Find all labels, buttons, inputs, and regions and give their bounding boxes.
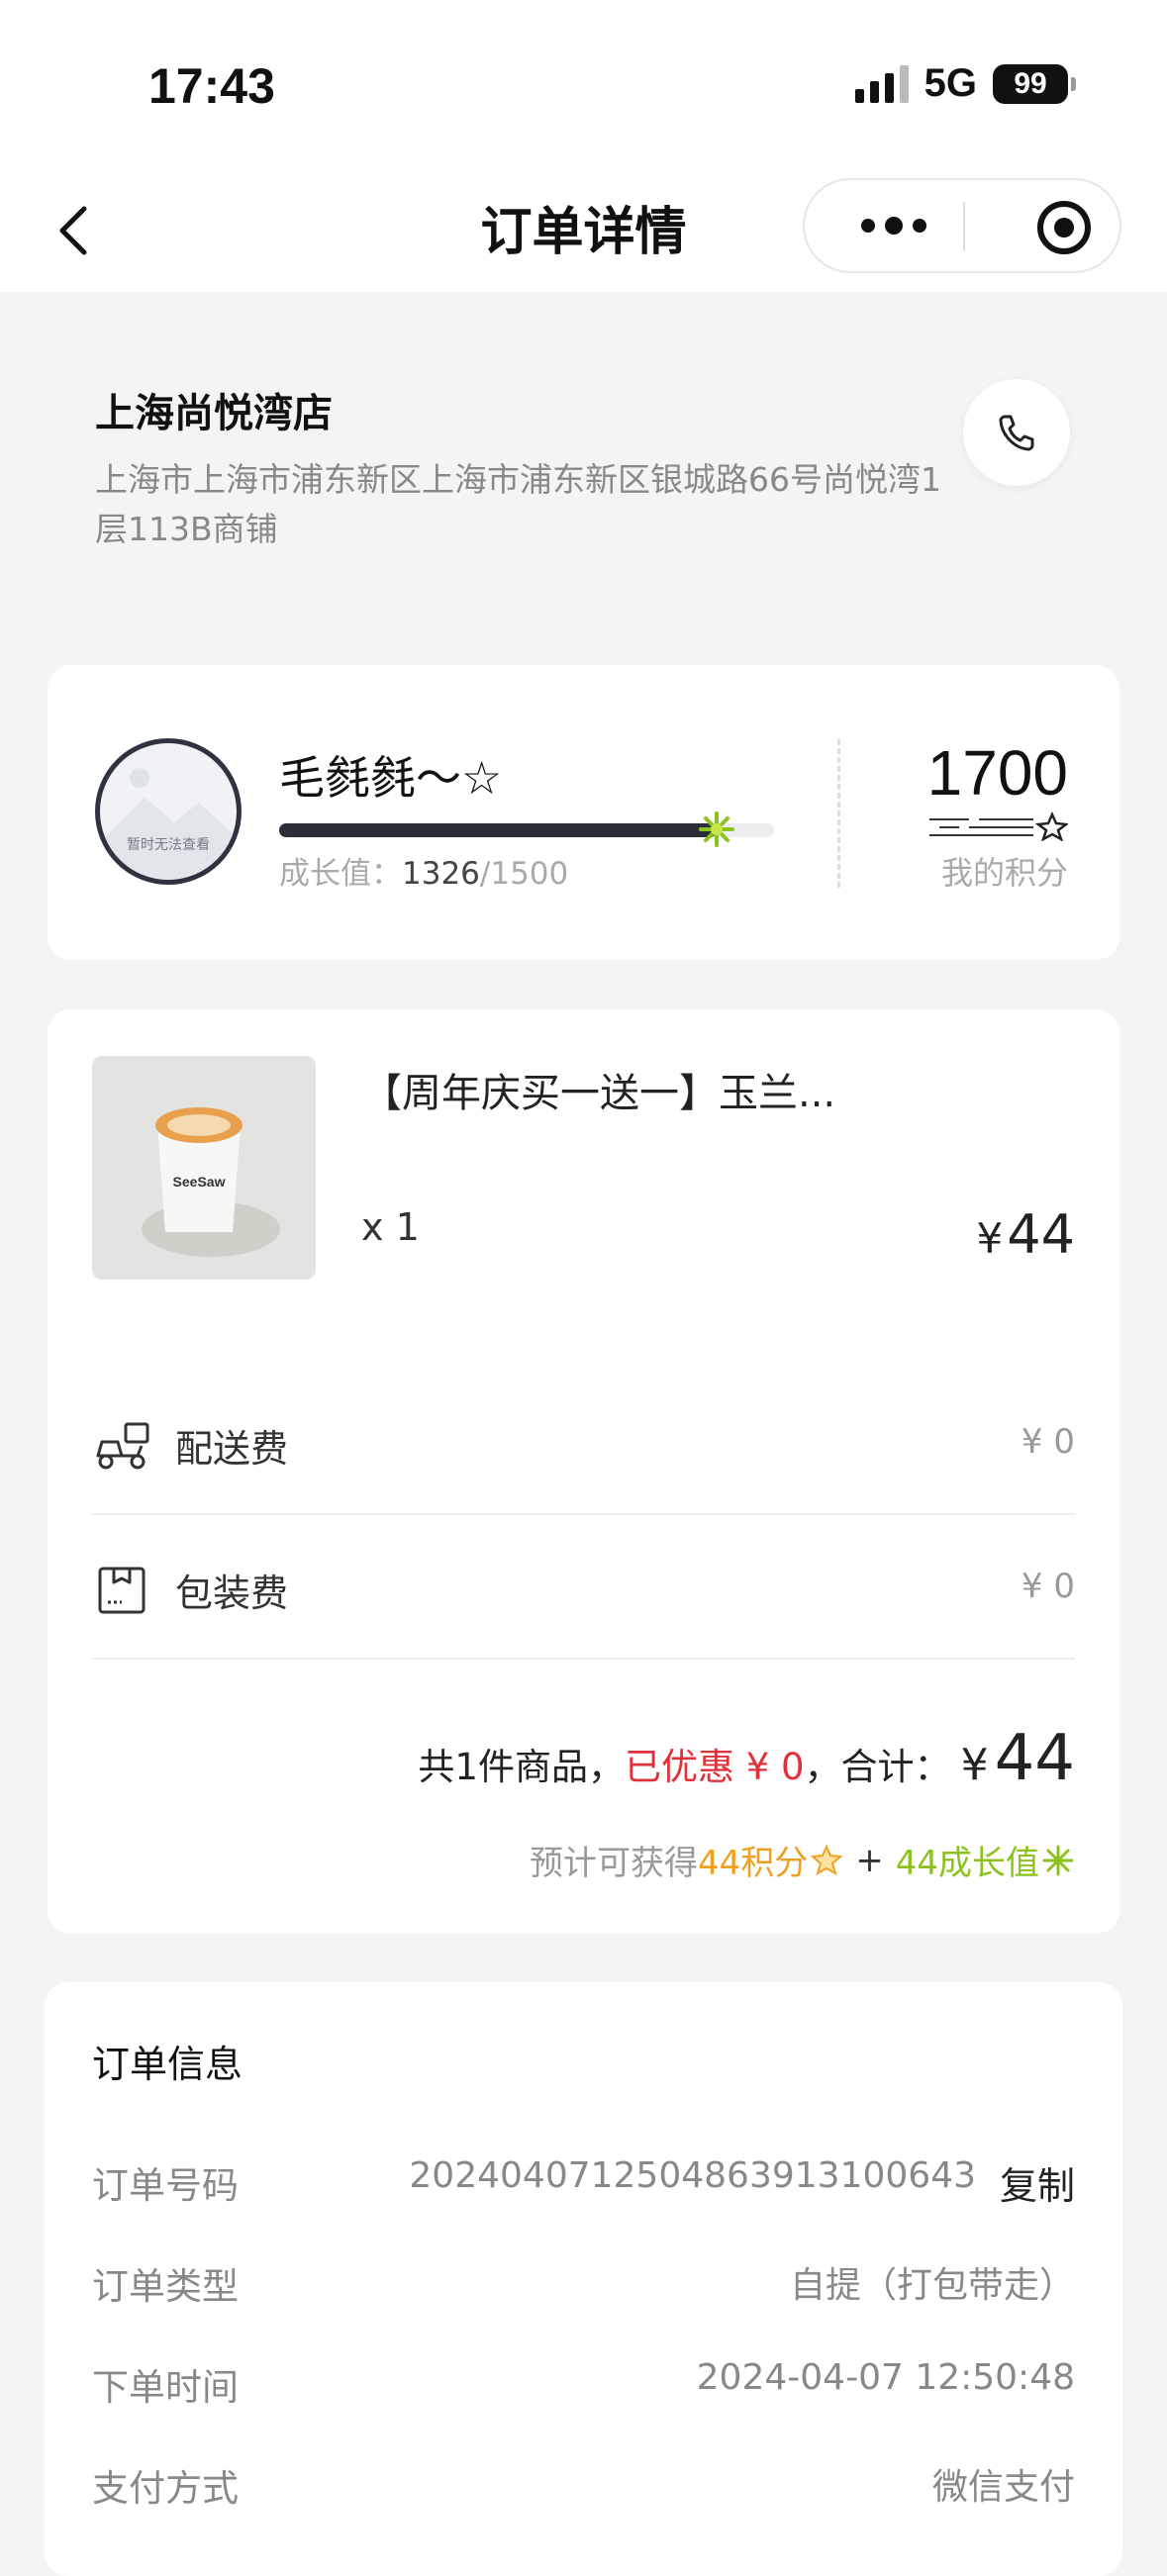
store-name: 上海尚悦湾店 — [95, 391, 333, 436]
more-options-button[interactable] — [834, 180, 953, 271]
copy-order-number-button[interactable]: 复制 — [1000, 2155, 1075, 2210]
product-quantity: x 1 — [361, 1205, 420, 1249]
product-image[interactable]: SeeSaw — [92, 1056, 316, 1280]
battery-level: 99 — [1014, 66, 1047, 100]
points-star-icon — [810, 1844, 843, 1875]
svg-text:SeeSaw: SeeSaw — [173, 1174, 226, 1190]
scooter-icon — [96, 1422, 149, 1470]
mini-program-capsule — [803, 178, 1121, 273]
packaging-fee-row: 包装费 ¥ 0 — [92, 1515, 1075, 1660]
growth-progress-fill — [279, 823, 717, 837]
package-box-icon — [98, 1567, 146, 1614]
order-type-row: 订单类型 自提（打包带走） — [92, 2256, 1075, 2316]
order-card: SeeSaw 【周年庆买一送一】玉兰... x 1 ¥44 配送费 ¥ 0 包装… — [48, 1009, 1119, 1934]
packaging-fee-value: ¥ 0 — [1021, 1567, 1075, 1606]
order-number-row: 订单号码 20240407125048639131006​43 复制 — [92, 2155, 1075, 2215]
delivery-fee-row: 配送费 ¥ 0 — [92, 1371, 1075, 1515]
order-number-value: 20240407125048639131006​43 — [409, 2155, 976, 2196]
delivery-fee-label: 配送费 — [175, 1427, 289, 1471]
estimated-rewards: 预计可获得 44积分 + 44成长值 — [530, 1836, 1075, 1884]
more-dot-icon — [861, 219, 875, 233]
growth-value: 成长值：1326/1500 — [279, 848, 568, 893]
total-label: ，合计： — [804, 1746, 951, 1788]
points-star-icon — [929, 811, 1068, 841]
signal-icon — [854, 64, 909, 103]
growth-star-icon — [699, 811, 734, 847]
order-time-value: 2024-04-07 12:50:48 — [696, 2357, 1075, 2398]
growth-current: 1326 — [402, 856, 480, 892]
packaging-fee-label: 包装费 — [175, 1572, 289, 1615]
points-value[interactable]: 1700 — [927, 736, 1068, 810]
battery-icon: 99 — [993, 63, 1076, 104]
status-bar: 17:43 5G 99 — [0, 0, 1167, 168]
order-type-label: 订单类型 — [92, 2265, 239, 2308]
price-value: 44 — [1007, 1203, 1075, 1266]
status-time: 17:43 — [148, 58, 275, 114]
points-label: 我的积分 — [940, 854, 1068, 892]
product-name[interactable]: 【周年庆买一送一】玉兰... — [362, 1061, 835, 1118]
order-type-value: 自提（打包带走） — [789, 2265, 1075, 2306]
coffee-cup-icon: SeeSaw — [142, 1107, 280, 1257]
earn-growth: 44成长值 — [895, 1844, 1039, 1883]
member-card: 暂时无法查看 毛毵毵～☆ 成长值：1326/1500 1700 我的积分 — [48, 665, 1119, 960]
product-price: ¥44 — [977, 1203, 1075, 1266]
member-nickname: 毛毵毵～☆ — [279, 751, 503, 805]
payment-method-row: 支付方式 微信支付 — [92, 2458, 1075, 2518]
item-count-text: 共1件商品， — [418, 1746, 625, 1788]
nav-bar: 订单详情 — [0, 168, 1167, 292]
discount-text: 已优惠 ¥ 0 — [624, 1746, 805, 1788]
earn-plus: + — [855, 1840, 884, 1880]
growth-star-icon — [1042, 1845, 1074, 1875]
placeholder-image-icon — [100, 768, 237, 880]
total-currency: ¥ — [960, 1740, 989, 1790]
price-currency: ¥ — [976, 1214, 1004, 1263]
total-amount: 44 — [994, 1722, 1075, 1795]
growth-target: /1500 — [479, 856, 569, 892]
avatar[interactable]: 暂时无法查看 — [95, 738, 242, 885]
payment-method-value: 微信支付 — [931, 2467, 1075, 2508]
growth-progress-bar — [279, 811, 774, 847]
more-dot-icon — [913, 219, 926, 233]
order-number-label: 订单号码 — [92, 2164, 239, 2207]
close-target-icon[interactable] — [1034, 198, 1094, 257]
status-indicators: 5G 99 — [854, 61, 1076, 106]
capsule-divider — [963, 202, 965, 251]
order-time-label: 下单时间 — [92, 2366, 239, 2409]
avatar-placeholder-text: 暂时无法查看 — [127, 837, 210, 853]
earn-points: 44积分 — [697, 1844, 809, 1883]
phone-icon — [999, 415, 1034, 451]
growth-label: 成长值： — [279, 856, 402, 892]
payment-method-label: 支付方式 — [92, 2467, 239, 2510]
order-time-row: 下单时间 2024-04-07 12:50:48 — [92, 2357, 1075, 2417]
order-total-summary: 共1件商品， 已优惠 ¥ 0 ，合计： ¥ 44 — [418, 1722, 1075, 1795]
member-divider — [837, 739, 840, 888]
store-address: 上海市上海市浦东新区上海市浦东新区银城路66号尚悦湾1层113B商铺 — [95, 460, 941, 548]
network-type: 5G — [924, 61, 977, 105]
more-dot-icon — [885, 217, 903, 235]
call-store-button[interactable] — [963, 379, 1070, 486]
earn-prefix: 预计可获得 — [529, 1844, 698, 1883]
order-info-title: 订单信息 — [92, 2043, 243, 2086]
delivery-fee-value: ¥ 0 — [1021, 1422, 1075, 1462]
order-info-card: 订单信息 订单号码 20240407125048639131006​43 复制 … — [45, 1982, 1122, 2576]
